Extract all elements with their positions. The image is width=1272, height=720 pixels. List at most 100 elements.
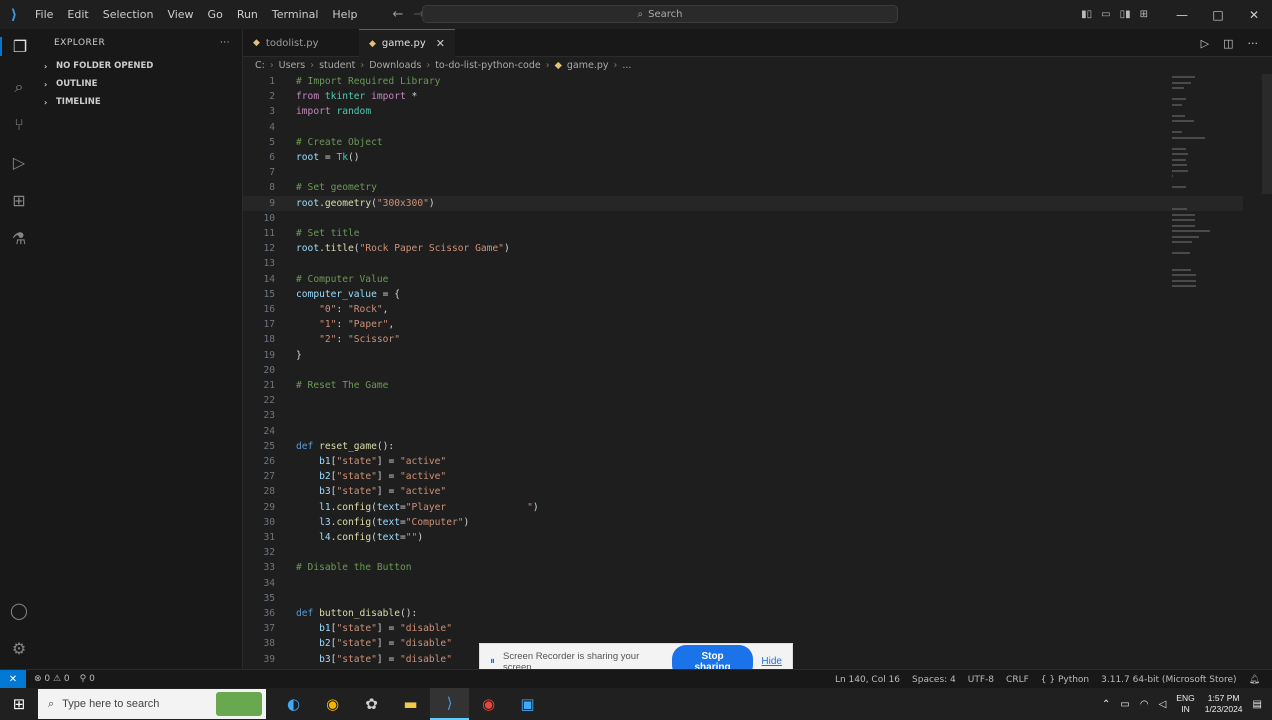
maximize-button[interactable]: □ xyxy=(1200,8,1236,22)
run-debug-icon[interactable]: ▷ xyxy=(0,153,38,172)
code-line[interactable]: 13 xyxy=(243,256,1243,271)
line-endings[interactable]: CRLF xyxy=(1006,675,1029,685)
search-view-icon[interactable]: ⌕ xyxy=(0,77,38,97)
breadcrumb-item[interactable]: student xyxy=(319,60,355,71)
section-timeline[interactable]: › TIMELINE xyxy=(38,93,242,111)
code-line[interactable]: 25 def reset_game(): xyxy=(243,439,1243,454)
code-line[interactable]: 32 xyxy=(243,545,1243,560)
code-line[interactable]: 33 # Disable the Button xyxy=(243,560,1243,575)
code-line[interactable]: 4 xyxy=(243,120,1243,135)
tab-game[interactable]: ◆ game.py ✕ xyxy=(359,29,455,57)
ports-indicator[interactable]: ⚲ 0 xyxy=(80,674,95,684)
code-line[interactable]: 19} xyxy=(243,348,1243,363)
notifications-bell-icon[interactable]: 🔔︎ xyxy=(1249,675,1260,685)
code-line[interactable]: 2 from tkinter import * xyxy=(243,89,1243,104)
edge-browser-icon[interactable]: ◐ xyxy=(274,688,313,720)
code-line[interactable]: 24 xyxy=(243,424,1243,439)
code-line[interactable]: 36 def button_disable(): xyxy=(243,606,1243,621)
menu-run[interactable]: Run xyxy=(230,0,265,29)
code-line[interactable]: 7 xyxy=(243,165,1243,180)
cursor-position[interactable]: Ln 140, Col 16 xyxy=(835,675,900,685)
customize-layout-icon[interactable]: ⊞ xyxy=(1140,9,1148,20)
source-control-icon[interactable]: ⑂ xyxy=(0,115,38,134)
language-mode[interactable]: { } Python xyxy=(1041,675,1089,685)
problems-indicator[interactable]: ⊗ 0 ⚠ 0 xyxy=(34,674,70,684)
toggle-panel-icon[interactable]: ▭ xyxy=(1101,9,1110,20)
code-line[interactable]: 31 l4.config(text="") xyxy=(243,530,1243,545)
volume-icon[interactable]: ◁ xyxy=(1159,699,1167,710)
notification-center-icon[interactable]: ▤ xyxy=(1253,699,1262,710)
chrome-browser-icon[interactable]: ◉ xyxy=(313,688,352,720)
encoding[interactable]: UTF-8 xyxy=(968,675,994,685)
taskbar-search[interactable]: ⌕ Type here to search xyxy=(38,689,266,719)
accounts-icon[interactable]: ◯ xyxy=(0,601,38,620)
close-window-button[interactable]: ✕ xyxy=(1236,8,1272,22)
code-line[interactable]: 1 # Import Required Library xyxy=(243,74,1243,89)
show-hidden-icons-icon[interactable]: ⌃ xyxy=(1102,699,1110,710)
breadcrumb-item[interactable]: Users xyxy=(279,60,306,71)
code-line[interactable]: 28 b3["state"] = "active" xyxy=(243,484,1243,499)
code-line[interactable]: 16 "0": "Rock", xyxy=(243,302,1243,317)
code-line[interactable]: 30 l3.config(text="Computer") xyxy=(243,515,1243,530)
minimap[interactable] xyxy=(1170,74,1220,314)
breadcrumb-item[interactable]: to-do-list-python-code xyxy=(435,60,541,71)
section-no-folder[interactable]: › NO FOLDER OPENED xyxy=(38,57,242,75)
extensions-icon[interactable]: ⊞ xyxy=(0,191,38,210)
breadcrumb-item[interactable]: ... xyxy=(622,60,631,71)
breadcrumb-item[interactable]: Downloads xyxy=(369,60,421,71)
close-tab-icon[interactable]: ✕ xyxy=(436,37,445,50)
code-line[interactable]: 14 # Computer Value xyxy=(243,272,1243,287)
code-line[interactable]: 8 # Set geometry xyxy=(243,180,1243,195)
menu-view[interactable]: View xyxy=(160,0,200,29)
menu-file[interactable]: File xyxy=(28,0,60,29)
code-line[interactable]: 20 xyxy=(243,363,1243,378)
network-icon[interactable]: ◠ xyxy=(1140,699,1149,710)
code-line[interactable]: 22 xyxy=(243,393,1243,408)
more-actions-icon[interactable]: ··· xyxy=(220,38,230,48)
command-center-search[interactable]: ⌕ Search xyxy=(422,5,898,23)
editor-scrollbar[interactable] xyxy=(1262,74,1272,194)
breadcrumb-item[interactable]: C: xyxy=(255,60,265,71)
tab-todolist[interactable]: ◆ todolist.py xyxy=(243,29,359,57)
code-line[interactable]: 35 xyxy=(243,591,1243,606)
code-line[interactable]: 26 b1["state"] = "active" xyxy=(243,454,1243,469)
code-line[interactable]: 3 import random xyxy=(243,104,1243,119)
back-arrow-icon[interactable]: ← xyxy=(392,7,403,22)
code-line[interactable]: 29 l1.config(text="Player ") xyxy=(243,500,1243,515)
code-line[interactable]: 18 "2": "Scissor" xyxy=(243,332,1243,347)
python-interpreter[interactable]: 3.11.7 64-bit (Microsoft Store) xyxy=(1101,675,1236,685)
menu-go[interactable]: Go xyxy=(201,0,230,29)
code-line[interactable]: 17 "1": "Paper", xyxy=(243,317,1243,332)
chrome-profile-icon[interactable]: ◉ xyxy=(469,688,508,720)
menu-selection[interactable]: Selection xyxy=(96,0,161,29)
indentation[interactable]: Spaces: 4 xyxy=(912,675,956,685)
menu-terminal[interactable]: Terminal xyxy=(265,0,326,29)
clock[interactable]: 1:57 PM 1/23/2024 xyxy=(1205,693,1243,715)
windows-start-icon[interactable]: ⊞ xyxy=(0,695,38,713)
testing-icon[interactable]: ⚗ xyxy=(0,229,38,248)
code-line[interactable]: 9 root.geometry("300x300") xyxy=(243,195,1243,211)
store-app-icon[interactable]: ▣ xyxy=(508,688,547,720)
code-line[interactable]: 5 # Create Object xyxy=(243,135,1243,150)
code-line[interactable]: 21 # Reset The Game xyxy=(243,378,1243,393)
settings-app-icon[interactable]: ✿ xyxy=(352,688,391,720)
run-file-icon[interactable]: ▷ xyxy=(1201,37,1209,50)
code-line[interactable]: 34 xyxy=(243,576,1243,591)
code-line[interactable]: 15 computer_value = { xyxy=(243,287,1243,302)
manage-gear-icon[interactable]: ⚙ xyxy=(0,639,38,658)
code-editor[interactable]: 1 # Import Required Library 2 from tkinter … xyxy=(243,74,1272,669)
vscode-app-icon[interactable]: ⟩ xyxy=(430,688,469,720)
menu-help[interactable]: Help xyxy=(325,0,364,29)
split-editor-icon[interactable]: ◫ xyxy=(1223,37,1233,50)
code-line[interactable]: 12 root.title("Rock Paper Scissor Game") xyxy=(243,241,1243,256)
code-line[interactable]: 11 # Set title xyxy=(243,226,1243,241)
battery-icon[interactable]: ▭ xyxy=(1120,699,1129,710)
explorer-icon[interactable]: ❐ xyxy=(0,37,38,56)
toggle-secondary-sidebar-icon[interactable]: ▯▮ xyxy=(1120,9,1131,20)
breadcrumb-item[interactable]: game.py xyxy=(567,60,609,71)
hide-link[interactable]: Hide xyxy=(761,656,782,667)
language-indicator[interactable]: ENG IN xyxy=(1176,693,1194,715)
code-line[interactable]: 37 b1["state"] = "disable" xyxy=(243,621,1243,636)
code-line[interactable]: 6 root = Tk() xyxy=(243,150,1243,165)
section-outline[interactable]: › OUTLINE xyxy=(38,75,242,93)
